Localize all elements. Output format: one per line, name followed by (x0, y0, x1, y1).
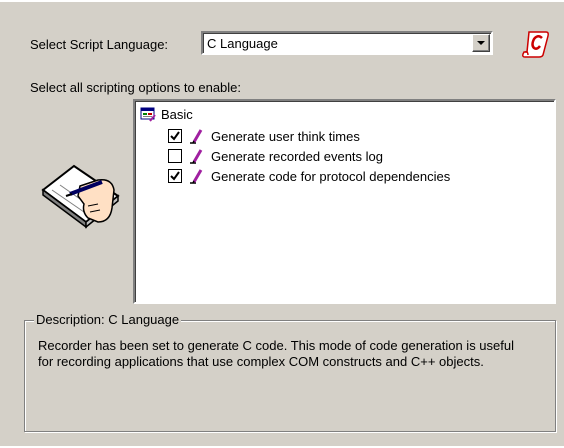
description-text: Recorder has been set to generate C code… (38, 338, 514, 369)
script-language-select[interactable]: C Language (201, 31, 493, 55)
pen-icon (188, 128, 204, 144)
option-label: Generate recorded events log (211, 148, 383, 164)
scripting-options-label: Select all scripting options to enable: (30, 80, 242, 95)
option-recorded-events-log[interactable]: Generate recorded events log (168, 147, 383, 165)
script-scroll-icon (521, 29, 551, 59)
chevron-down-icon[interactable] (472, 34, 490, 52)
protocol-dependencies-checkbox[interactable] (168, 169, 182, 183)
option-user-think-times[interactable]: Generate user think times (168, 127, 360, 145)
think-times-checkbox[interactable] (168, 129, 182, 143)
pen-icon (188, 148, 204, 164)
description-title: Description: C Language (34, 312, 182, 327)
tree-root-basic[interactable]: Basic (140, 105, 193, 123)
hand-writing-icon (40, 160, 122, 230)
script-language-value: C Language (207, 36, 278, 51)
option-label: Generate user think times (211, 128, 360, 144)
events-log-checkbox[interactable] (168, 149, 182, 163)
tree-root-label: Basic (161, 106, 193, 122)
scripting-options-tree[interactable]: Basic Generate user think times Generate… (133, 99, 556, 304)
option-protocol-dependencies[interactable]: Generate code for protocol dependencies (168, 167, 450, 185)
window-top-edge (0, 0, 564, 2)
pen-icon (188, 168, 204, 184)
option-label: Generate code for protocol dependencies (211, 168, 451, 184)
script-language-label: Select Script Language: (30, 37, 169, 52)
description-group (24, 320, 556, 432)
options-tree-icon (140, 106, 156, 122)
